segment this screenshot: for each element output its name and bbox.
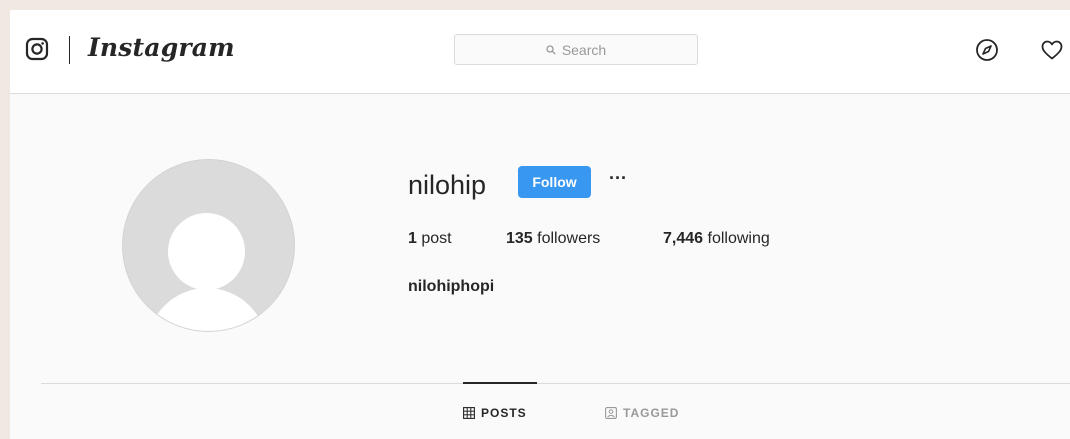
profile-username: nilohip: [408, 170, 487, 200]
tabs-divider: [41, 383, 1070, 384]
avatar-silhouette-body: [147, 288, 267, 331]
posts-count-stat: 1 post: [408, 230, 452, 248]
following-count-stat[interactable]: 7,446 following: [663, 230, 770, 248]
logo-divider: [69, 36, 70, 64]
tab-tagged[interactable]: TAGGED: [605, 406, 679, 420]
following-count: 7,446: [663, 230, 704, 247]
follow-button[interactable]: Follow: [518, 166, 591, 198]
tab-posts-label: POSTS: [481, 406, 527, 420]
tab-tagged-label: TAGGED: [623, 406, 680, 420]
tagged-person-icon: [605, 407, 617, 419]
active-tab-indicator: [463, 382, 537, 384]
instagram-wordmark[interactable]: Instagram: [88, 33, 235, 62]
tab-posts[interactable]: POSTS: [463, 406, 527, 420]
posts-label: post: [421, 230, 452, 247]
profile-full-name: nilohiphopi: [408, 278, 495, 295]
grid-icon: [463, 407, 475, 419]
more-options-button[interactable]: ···: [609, 168, 627, 189]
posts-count: 1: [408, 230, 417, 247]
followers-count-stat[interactable]: 135 followers: [506, 230, 600, 248]
explore-compass-icon[interactable]: [975, 38, 999, 62]
followers-label: followers: [537, 230, 601, 247]
search-icon: [546, 44, 556, 55]
following-label: following: [707, 230, 770, 247]
search-placeholder: Search: [561, 41, 607, 58]
followers-count: 135: [506, 230, 533, 247]
search-input[interactable]: Search: [454, 34, 698, 65]
activity-heart-icon[interactable]: [1040, 38, 1064, 62]
instagram-glyph-icon[interactable]: [25, 37, 49, 61]
top-navigation-bar: Instagram Search: [10, 10, 1070, 94]
avatar-silhouette-head: [168, 213, 245, 290]
profile-avatar[interactable]: [122, 159, 295, 332]
